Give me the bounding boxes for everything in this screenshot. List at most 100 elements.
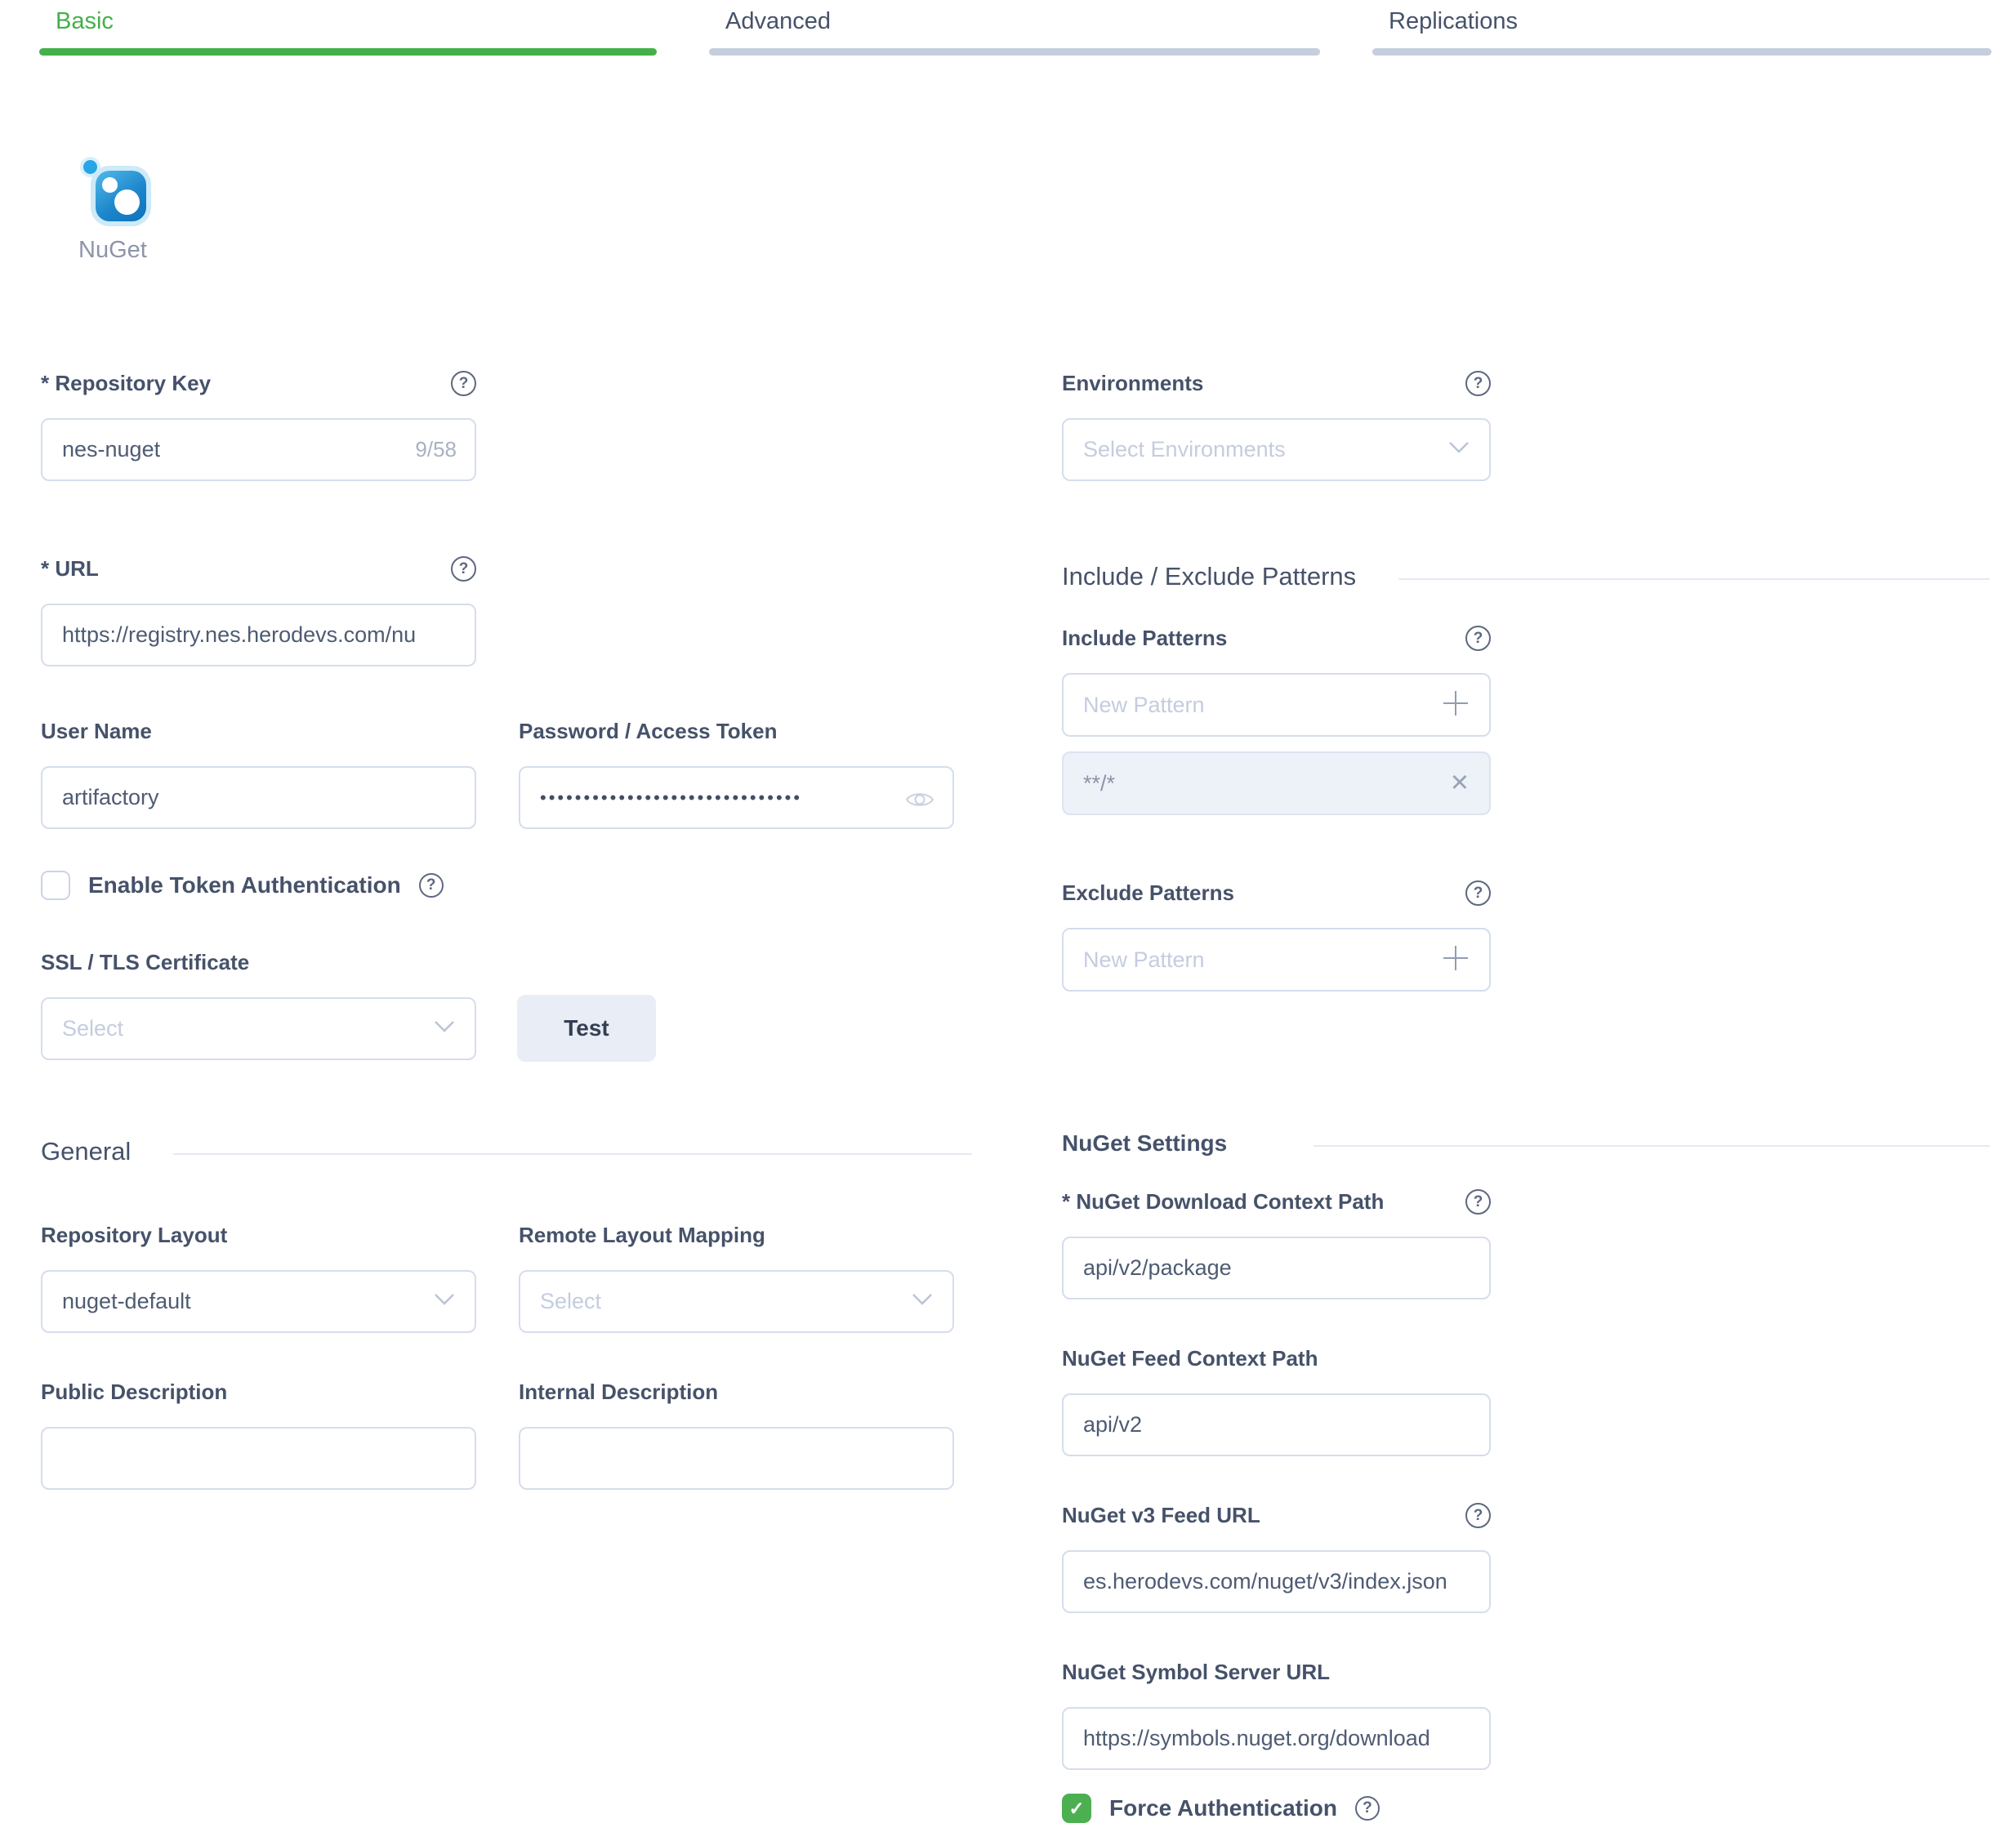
nuget-settings-divider [1314, 1145, 1990, 1147]
internal-description-field: Internal Description [519, 1378, 954, 1494]
nuget-v3-feed-url-input[interactable] [1062, 1550, 1491, 1613]
public-description-label: Public Description [41, 1378, 227, 1406]
repository-key-label: * Repository Key [41, 369, 211, 397]
url-input[interactable] [41, 604, 476, 666]
url-label: * URL [41, 555, 99, 582]
environments-select[interactable]: Select Environments [1062, 418, 1491, 481]
tab-advanced-underline [709, 48, 1320, 56]
tab-basic[interactable]: Basic [39, 8, 657, 56]
help-icon[interactable]: ? [419, 873, 444, 898]
nuget-logo-square [96, 171, 146, 221]
eye-icon[interactable] [905, 789, 934, 814]
remote-layout-mapping-placeholder: Select [540, 1289, 601, 1314]
nuget-settings-section-title: NuGet Settings [1062, 1130, 1227, 1157]
tab-replications-label: Replications [1372, 8, 1991, 35]
force-authentication-row: ✓ Force Authentication ? [1062, 1794, 1380, 1823]
internal-description-input[interactable] [519, 1427, 954, 1490]
tab-replications[interactable]: Replications [1372, 8, 1991, 56]
nuget-feed-context-path-input[interactable] [1062, 1393, 1491, 1456]
help-icon[interactable]: ? [1465, 626, 1491, 651]
ssl-certificate-label: SSL / TLS Certificate [41, 948, 249, 976]
ssl-certificate-field: SSL / TLS Certificate Select [41, 948, 476, 1060]
chevron-down-icon [912, 1293, 933, 1310]
remote-layout-mapping-select[interactable]: Select [519, 1270, 954, 1333]
patterns-section-title: Include / Exclude Patterns [1062, 562, 1356, 591]
tab-replications-underline [1372, 48, 1991, 56]
tab-advanced-label: Advanced [709, 8, 1320, 35]
nuget-feed-context-path-label: NuGet Feed Context Path [1062, 1344, 1318, 1372]
add-pattern-icon[interactable] [1442, 689, 1470, 721]
nuget-v3-feed-url-field: NuGet v3 Feed URL ? [1062, 1501, 1491, 1613]
general-section-divider [173, 1153, 972, 1155]
repository-layout-value: nuget-default [62, 1289, 191, 1314]
password-input[interactable]: •••••••••••••••••••••••••••••• [519, 766, 954, 829]
force-authentication-label: Force Authentication [1109, 1795, 1337, 1821]
url-field: * URL ? [41, 555, 476, 666]
include-patterns-field: Include Patterns ? **/* ✕ [1062, 624, 1491, 815]
include-patterns-new-pattern[interactable] [1062, 673, 1491, 737]
help-icon[interactable]: ? [1465, 880, 1491, 906]
environments-field: Environments ? Select Environments [1062, 369, 1491, 481]
help-icon[interactable]: ? [1465, 371, 1491, 396]
patterns-section-divider [1398, 578, 1990, 580]
repository-key-input[interactable] [41, 418, 476, 481]
nuget-symbol-server-url-label: NuGet Symbol Server URL [1062, 1658, 1330, 1686]
help-icon[interactable]: ? [1355, 1796, 1380, 1821]
help-icon[interactable]: ? [451, 371, 476, 396]
user-name-field: User Name [41, 717, 476, 829]
package-type-label: NuGet [78, 237, 147, 264]
user-name-label: User Name [41, 717, 152, 745]
exclude-patterns-label: Exclude Patterns [1062, 879, 1234, 907]
tab-basic-label: Basic [39, 8, 657, 35]
tab-advanced[interactable]: Advanced [709, 8, 1320, 56]
chevron-down-icon [434, 1020, 455, 1037]
repository-key-field: * Repository Key ? 9/58 [41, 369, 476, 481]
nuget-download-context-path-field: * NuGet Download Context Path ? [1062, 1188, 1491, 1299]
exclude-patterns-field: Exclude Patterns ? [1062, 879, 1491, 992]
include-pattern-item: **/* ✕ [1062, 751, 1491, 815]
remove-pattern-icon[interactable]: ✕ [1450, 772, 1470, 796]
remote-layout-mapping-label: Remote Layout Mapping [519, 1221, 765, 1249]
environments-label: Environments [1062, 369, 1203, 397]
repository-layout-label: Repository Layout [41, 1221, 227, 1249]
check-icon: ✓ [1068, 1799, 1084, 1818]
repository-layout-select[interactable]: nuget-default [41, 1270, 476, 1333]
exclude-patterns-new-pattern[interactable] [1062, 928, 1491, 992]
test-button[interactable]: Test [517, 995, 656, 1062]
nuget-download-context-path-input[interactable] [1062, 1237, 1491, 1299]
general-section-title: General [41, 1137, 131, 1166]
help-icon[interactable]: ? [451, 556, 476, 582]
user-name-input[interactable] [41, 766, 476, 829]
masked-password-value: •••••••••••••••••••••••••••••• [540, 787, 802, 809]
nuget-feed-context-path-field: NuGet Feed Context Path [1062, 1344, 1491, 1456]
force-authentication-checkbox[interactable]: ✓ [1062, 1794, 1091, 1823]
chevron-down-icon [1448, 441, 1470, 458]
nuget-logo-dot [83, 160, 97, 174]
nuget-download-context-path-label: * NuGet Download Context Path [1062, 1188, 1384, 1215]
add-pattern-icon[interactable] [1442, 944, 1470, 976]
repository-layout-field: Repository Layout nuget-default [41, 1221, 476, 1333]
nuget-symbol-server-url-input[interactable] [1062, 1707, 1491, 1770]
nuget-symbol-server-url-field: NuGet Symbol Server URL [1062, 1658, 1491, 1770]
help-icon[interactable]: ? [1465, 1503, 1491, 1528]
nuget-v3-feed-url-label: NuGet v3 Feed URL [1062, 1501, 1260, 1529]
tab-basic-underline [39, 48, 657, 56]
exclude-patterns-input[interactable] [1083, 931, 1394, 988]
public-description-field: Public Description [41, 1378, 476, 1494]
public-description-input[interactable] [41, 1427, 476, 1490]
nuget-package-type-icon [82, 160, 160, 238]
enable-token-authentication-checkbox[interactable] [41, 871, 70, 900]
enable-token-authentication-row: Enable Token Authentication ? [41, 871, 444, 900]
ssl-certificate-select[interactable]: Select [41, 997, 476, 1060]
ssl-certificate-placeholder: Select [62, 1016, 123, 1041]
remote-layout-mapping-field: Remote Layout Mapping Select [519, 1221, 954, 1333]
chevron-down-icon [434, 1293, 455, 1310]
enable-token-authentication-label: Enable Token Authentication [88, 872, 401, 898]
include-patterns-label: Include Patterns [1062, 624, 1227, 652]
password-field: Password / Access Token ••••••••••••••••… [519, 717, 954, 829]
help-icon[interactable]: ? [1465, 1189, 1491, 1215]
environments-placeholder: Select Environments [1083, 437, 1286, 462]
internal-description-label: Internal Description [519, 1378, 718, 1406]
password-label: Password / Access Token [519, 717, 777, 745]
include-patterns-input[interactable] [1083, 676, 1394, 733]
